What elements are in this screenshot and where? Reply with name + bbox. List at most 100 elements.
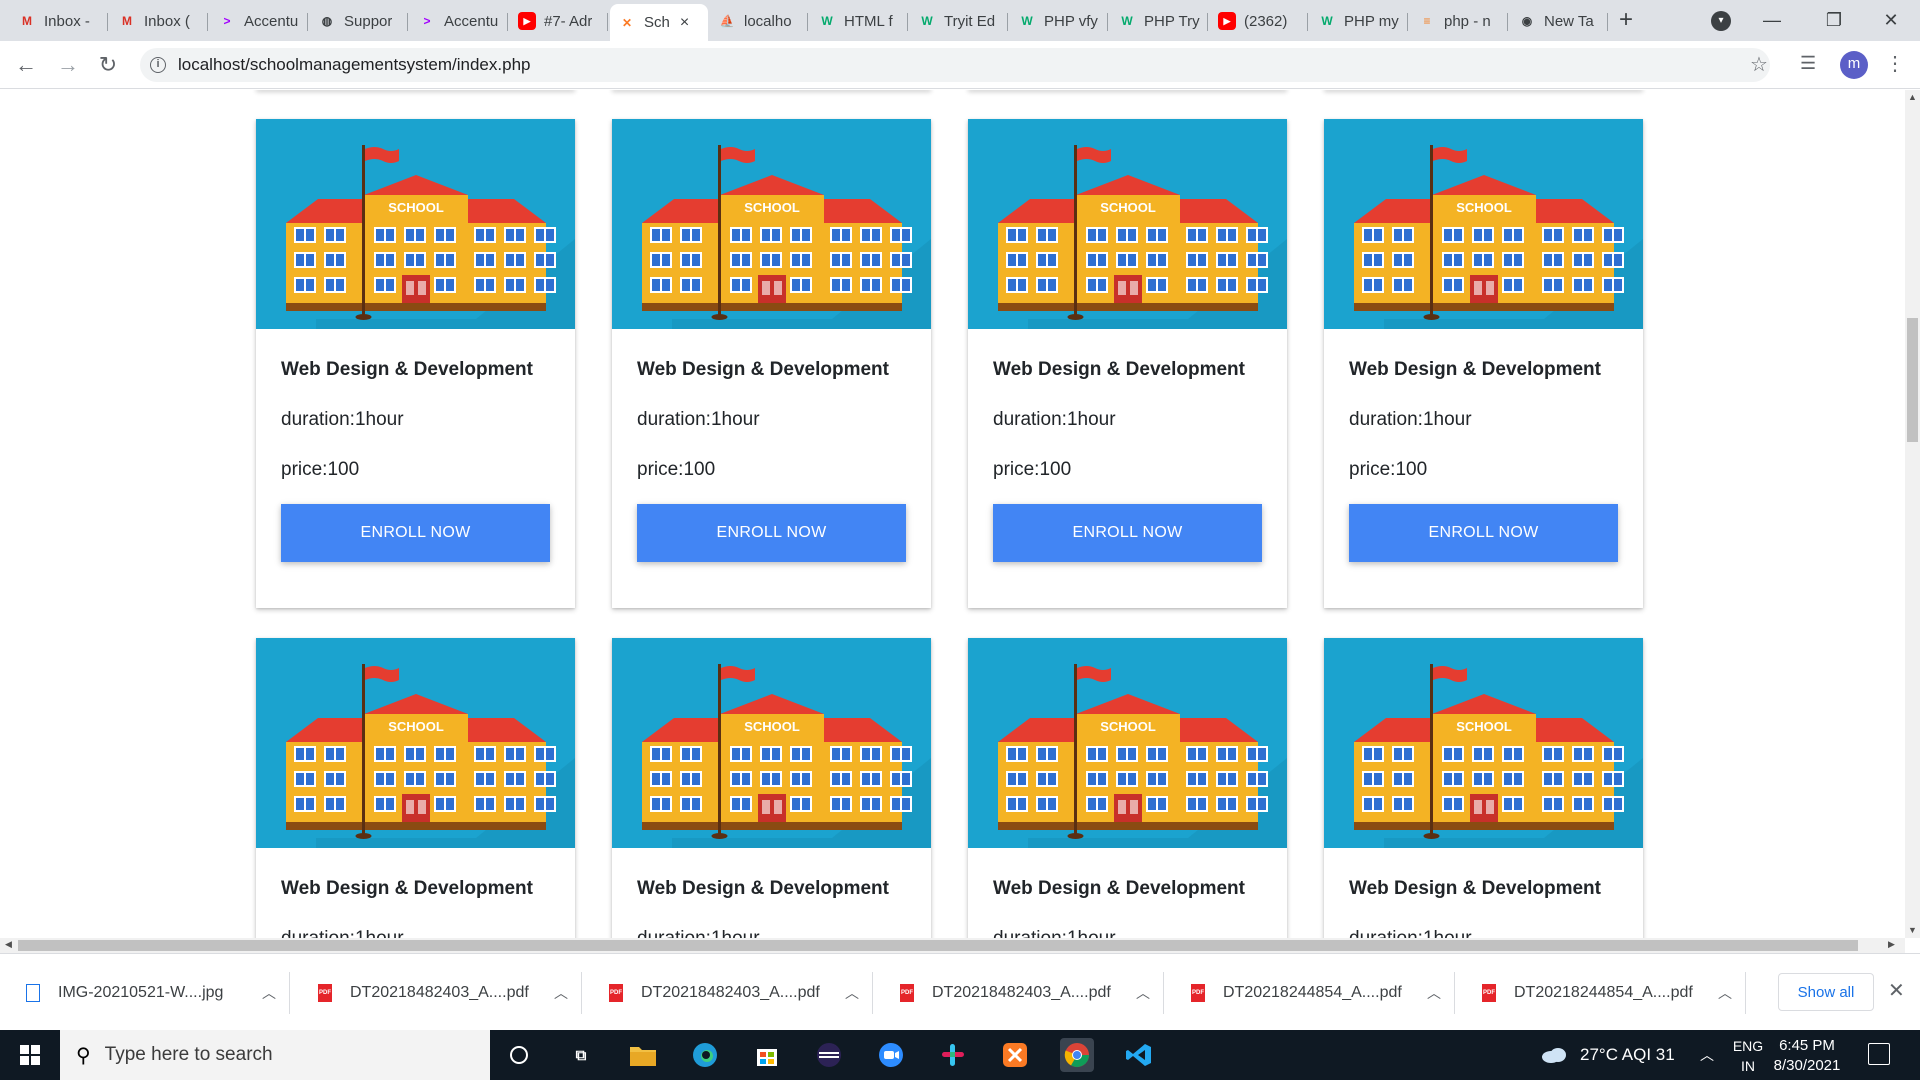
task-view-icon[interactable]: ⧉ — [564, 1038, 598, 1072]
tab-title: Tryit Ed — [944, 12, 996, 30]
course-image: SCHOOL — [1324, 638, 1643, 848]
course-image: SCHOOL — [968, 119, 1287, 329]
browser-tab[interactable]: W PHP Try — [1110, 5, 1208, 37]
vertical-scroll-thumb[interactable] — [1907, 318, 1918, 442]
school-illustration: SCHOOL — [1324, 119, 1643, 329]
close-window-button[interactable]: ✕ — [1866, 0, 1916, 41]
bookmark-star-icon[interactable]: ☆ — [1750, 52, 1768, 77]
enroll-now-button[interactable]: ENROLL NOW — [637, 504, 906, 562]
svg-text:SCHOOL: SCHOOL — [1456, 719, 1512, 734]
chevron-up-icon[interactable]: ︿ — [554, 983, 568, 1003]
tab-search-icon[interactable]: ▾ — [1711, 11, 1731, 31]
browser-tab[interactable]: W HTML f — [810, 5, 908, 37]
horizontal-scroll-thumb[interactable] — [18, 940, 1858, 951]
enroll-now-button[interactable]: ENROLL NOW — [993, 504, 1262, 562]
course-image: SCHOOL — [612, 638, 931, 848]
eclipse-icon[interactable] — [812, 1038, 846, 1072]
youtube-icon: ▶ — [518, 12, 536, 30]
vertical-scrollbar[interactable]: ▲ ▼ — [1905, 90, 1920, 938]
scroll-right-arrow-icon[interactable]: ▶ — [1888, 939, 1895, 950]
restore-button[interactable]: ❐ — [1809, 0, 1859, 41]
chevron-up-icon[interactable]: ︿ — [1427, 983, 1441, 1003]
scroll-down-arrow-icon[interactable]: ▼ — [1908, 925, 1917, 935]
reading-list-icon[interactable]: ☰ — [1800, 53, 1816, 74]
vscode-icon[interactable] — [1122, 1038, 1156, 1072]
download-filename: IMG-20210521-W....jpg — [58, 984, 224, 1001]
reload-icon[interactable]: ↻ — [92, 49, 124, 81]
accenture-icon: > — [423, 14, 431, 28]
chrome-icon[interactable] — [1060, 1038, 1094, 1072]
browser-tab[interactable]: ▶ #7- Adr — [510, 5, 608, 37]
browser-tab[interactable]: > Accentu — [210, 5, 308, 37]
tab-divider — [1307, 13, 1308, 31]
forward-icon[interactable]: → — [52, 49, 84, 81]
site-info-icon[interactable]: i — [150, 57, 166, 73]
chevron-up-icon[interactable]: ︿ — [1718, 983, 1732, 1003]
image-file-icon — [26, 984, 40, 1002]
address-bar[interactable]: i localhost/schoolmanagementsystem/index… — [140, 48, 1770, 82]
taskbar-search-box[interactable]: ⚲ Type here to search — [60, 1030, 490, 1080]
edge-icon[interactable] — [688, 1038, 722, 1072]
slack-icon[interactable] — [936, 1038, 970, 1072]
gmail-icon: M — [22, 14, 32, 28]
tray-overflow-icon[interactable]: ︿ — [1700, 1030, 1714, 1080]
tab-title: localho — [744, 12, 792, 30]
download-item[interactable]: IMG-20210521-W....jpg ︿ — [26, 968, 290, 1018]
download-divider — [581, 972, 582, 1014]
new-tab-button[interactable]: + — [1612, 7, 1640, 35]
show-all-button[interactable]: Show all — [1778, 973, 1874, 1011]
browser-tab[interactable]: M Inbox ( — [110, 5, 208, 37]
school-illustration: SCHOOL — [256, 638, 575, 848]
browser-tab[interactable]: W PHP my — [1310, 5, 1408, 37]
tab-divider — [1607, 13, 1608, 31]
xampp-icon[interactable] — [998, 1038, 1032, 1072]
close-shelf-icon[interactable]: ✕ — [1888, 978, 1905, 1003]
chevron-up-icon[interactable]: ︿ — [1136, 983, 1150, 1003]
course-card: SCHOOL Web Design & Development duration… — [612, 119, 931, 608]
language-indicator[interactable]: ENG IN — [1732, 1036, 1764, 1076]
browser-tab[interactable]: W PHP vfy — [1010, 5, 1108, 37]
address-url[interactable]: localhost/schoolmanagementsystem/index.p… — [178, 55, 530, 75]
download-item[interactable]: PDF DT20218482403_A....pdf ︿ — [609, 968, 873, 1018]
course-price: price:100 — [281, 459, 360, 480]
start-button[interactable] — [0, 1030, 60, 1080]
enroll-now-button[interactable]: ENROLL NOW — [281, 504, 550, 562]
weather-widget[interactable]: 27°C AQI 31 — [1540, 1030, 1675, 1080]
chevron-up-icon[interactable]: ︿ — [262, 983, 276, 1003]
tab-divider — [1407, 13, 1408, 31]
download-item[interactable]: PDF DT20218482403_A....pdf ︿ — [318, 968, 582, 1018]
browser-tab[interactable]: ⛵ localho — [710, 5, 808, 37]
course-title: Web Design & Development — [1349, 359, 1601, 380]
horizontal-scrollbar[interactable]: ◀ ▶ — [0, 938, 1905, 953]
chevron-up-icon[interactable]: ︿ — [845, 983, 859, 1003]
download-item[interactable]: PDF DT20218244854_A....pdf ︿ — [1482, 968, 1746, 1018]
browser-tab[interactable]: M Inbox - — [10, 5, 108, 37]
close-tab-icon[interactable]: × — [680, 14, 689, 32]
back-icon[interactable]: ← — [10, 49, 42, 81]
browser-tab[interactable]: ▶ (2362) — [1210, 5, 1308, 37]
school-illustration: SCHOOL — [612, 119, 931, 329]
browser-tab[interactable]: W Tryit Ed — [910, 5, 1008, 37]
browser-tab[interactable]: ≡ php - n — [1410, 5, 1508, 37]
scroll-up-arrow-icon[interactable]: ▲ — [1908, 92, 1917, 102]
scroll-left-arrow-icon[interactable]: ◀ — [5, 939, 12, 950]
notifications-icon[interactable] — [1868, 1043, 1890, 1065]
browser-tab[interactable]: ◍ Suppor — [310, 5, 408, 37]
tab-divider — [507, 13, 508, 31]
browser-tab[interactable]: > Accentu — [410, 5, 508, 37]
enroll-now-button[interactable]: ENROLL NOW — [1349, 504, 1618, 562]
minimize-button[interactable]: — — [1747, 0, 1797, 41]
download-item[interactable]: PDF DT20218244854_A....pdf ︿ — [1191, 968, 1455, 1018]
download-item[interactable]: PDF DT20218482403_A....pdf ︿ — [900, 968, 1164, 1018]
file-explorer-icon[interactable] — [626, 1038, 660, 1072]
cortana-icon[interactable] — [502, 1038, 536, 1072]
zoom-icon[interactable] — [874, 1038, 908, 1072]
menu-kebab-icon[interactable]: ⋮ — [1885, 51, 1905, 76]
browser-tab[interactable]: ✕ Sch × — [610, 4, 708, 41]
profile-avatar[interactable]: m — [1840, 51, 1868, 79]
browser-tab[interactable]: ◉ New Ta — [1510, 5, 1608, 37]
system-clock[interactable]: 6:45 PM 8/30/2021 — [1762, 1036, 1852, 1076]
course-card: SCHOOL Web Design & Development duration… — [1324, 638, 1643, 938]
taskbar-search-placeholder: Type here to search — [104, 1044, 273, 1065]
store-icon[interactable] — [750, 1038, 784, 1072]
